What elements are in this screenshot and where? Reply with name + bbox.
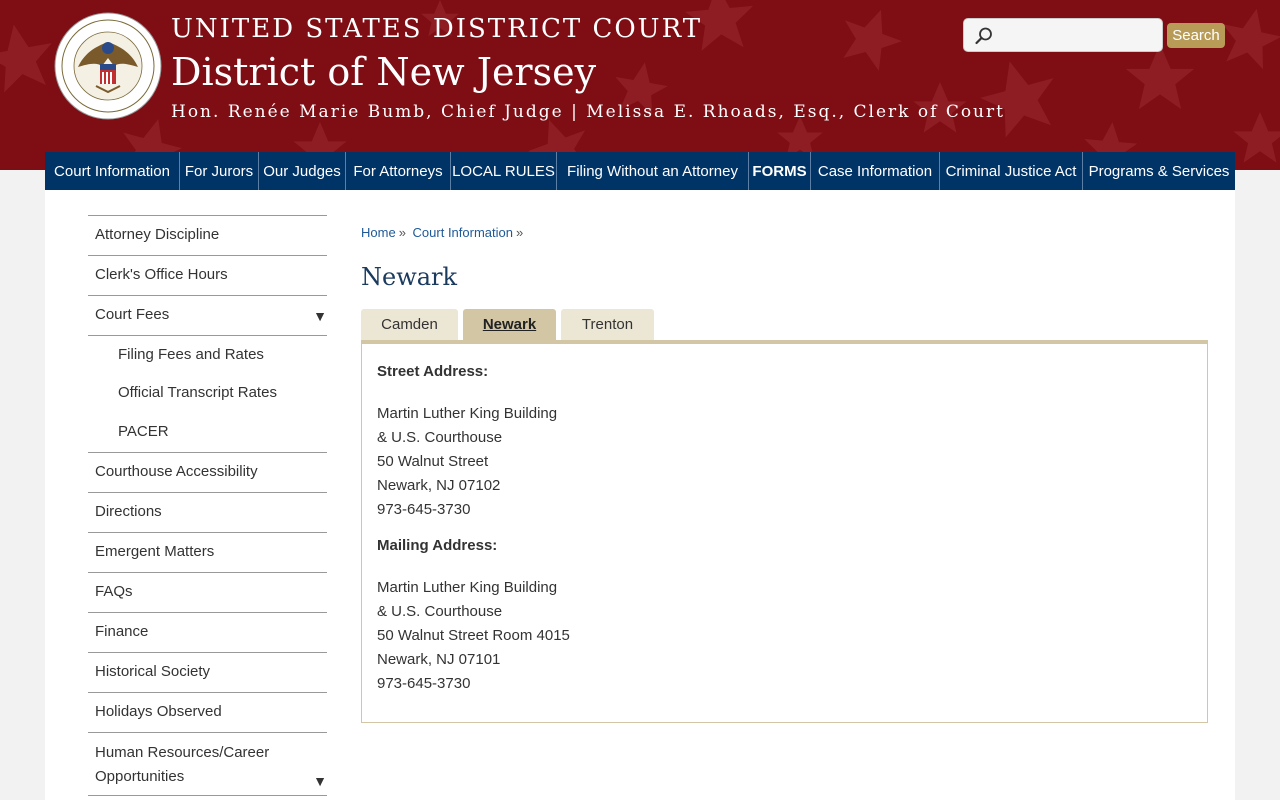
sidebar-item-label: Holidays Observed [95, 703, 222, 720]
district-name[interactable]: District of New Jersey [171, 50, 596, 94]
nav-programs-services[interactable]: Programs & Services [1083, 152, 1235, 190]
sidebar-item-holidays-observed[interactable]: Holidays Observed [88, 692, 327, 732]
sidebar-item-directions[interactable]: Directions [88, 492, 327, 532]
sidebar-item-label: Finance [95, 623, 149, 640]
sidebar-item-label: Historical Society [95, 663, 211, 680]
site-header: UNITED STATES DISTRICT COURT District of… [0, 0, 1280, 170]
search-icon [975, 27, 992, 45]
sidebar-item-label: Court Fees [95, 306, 170, 323]
address-content: Street Address: Martin Luther King Build… [377, 363, 570, 696]
mailing-address-label: Mailing Address: [377, 537, 498, 554]
sidebar-item-label: Emergent Matters [95, 543, 215, 560]
nav-for-attorneys[interactable]: For Attorneys [346, 152, 451, 190]
sidebar-item-label: Directions [95, 503, 162, 520]
breadcrumb: Home» Court Information» [361, 225, 526, 240]
sidebar-menu: Attorney Discipline Clerk's Office Hours… [88, 215, 327, 796]
sidebar-item-label: Filing Fees and Rates [118, 346, 264, 363]
sidebar-item-label: Clerk's Office Hours [95, 266, 228, 283]
nav-case-information[interactable]: Case Information [811, 152, 940, 190]
phone-number: 973-645-3730 [377, 501, 471, 518]
court-name-line: UNITED STATES DISTRICT COURT [171, 14, 703, 44]
address-line: Newark, NJ 07101 [377, 651, 501, 668]
sidebar-item-court-fees[interactable]: Court Fees ▼ [88, 295, 327, 335]
sidebar-item-label: Courthouse Accessibility [95, 463, 258, 480]
mailing-address-block: Mailing Address: Martin Luther King Buil… [377, 537, 570, 696]
sidebar-item-label: FAQs [95, 583, 133, 600]
caret-down-icon[interactable]: ▼ [313, 769, 327, 793]
address-line: 50 Walnut Street [377, 453, 489, 470]
sidebar-item-label: PACER [118, 423, 169, 440]
breadcrumb-separator: » [515, 225, 524, 240]
nav-criminal-justice-act[interactable]: Criminal Justice Act [940, 152, 1083, 190]
sidebar-item-emergent-matters[interactable]: Emergent Matters [88, 532, 327, 572]
sidebar-item-human-resources[interactable]: Human Resources/Career Opportunities ▼ [88, 732, 327, 796]
nav-forms[interactable]: FORMS [749, 152, 811, 190]
sidebar-item-pacer[interactable]: PACER [88, 413, 327, 452]
nav-for-jurors[interactable]: For Jurors [180, 152, 259, 190]
location-tabs: Camden Newark Trenton [361, 309, 659, 340]
judge-clerk-line: Hon. Renée Marie Bumb, Chief Judge | Mel… [171, 102, 1005, 122]
sidebar-item-label: Human Resources/Career Opportunities [95, 744, 270, 785]
court-seal-icon[interactable] [54, 12, 162, 120]
main-nav: Court Information For Jurors Our Judges … [45, 152, 1235, 190]
search-input[interactable] [998, 23, 1158, 47]
caret-down-icon[interactable]: ▼ [313, 308, 327, 324]
breadcrumb-section-link[interactable]: Court Information [413, 225, 513, 240]
phone-number: 973-645-3730 [377, 675, 471, 692]
sidebar-item-courthouse-accessibility[interactable]: Courthouse Accessibility [88, 452, 327, 492]
address-panel: Street Address: Martin Luther King Build… [361, 340, 1208, 723]
search-button[interactable]: Search [1167, 23, 1225, 48]
street-address-lines: Martin Luther King Building & U.S. Court… [377, 402, 570, 522]
address-line: & U.S. Courthouse [377, 603, 503, 620]
sidebar-item-clerks-office-hours[interactable]: Clerk's Office Hours [88, 255, 327, 295]
address-line: Martin Luther King Building [377, 405, 558, 422]
nav-local-rules[interactable]: LOCAL RULES [451, 152, 557, 190]
address-line: Newark, NJ 07102 [377, 477, 501, 494]
nav-filing-without-attorney[interactable]: Filing Without an Attorney [557, 152, 749, 190]
address-line: & U.S. Courthouse [377, 429, 503, 446]
sidebar-item-filing-fees[interactable]: Filing Fees and Rates [88, 335, 327, 374]
breadcrumb-home-link[interactable]: Home [361, 225, 396, 240]
sidebar-item-transcript-rates[interactable]: Official Transcript Rates [88, 374, 327, 413]
sidebar-item-label: Official Transcript Rates [118, 384, 277, 401]
sidebar-item-label: Attorney Discipline [95, 226, 220, 243]
page-title: Newark [361, 263, 458, 291]
sidebar-item-faqs[interactable]: FAQs [88, 572, 327, 612]
street-address-label: Street Address: [377, 363, 489, 380]
main-content-area: Attorney Discipline Clerk's Office Hours… [45, 190, 1235, 800]
mailing-address-lines: Martin Luther King Building & U.S. Court… [377, 576, 570, 696]
tab-camden[interactable]: Camden [361, 309, 458, 340]
sidebar-item-attorney-discipline[interactable]: Attorney Discipline [88, 215, 327, 255]
tab-newark[interactable]: Newark [463, 309, 556, 340]
tab-trenton[interactable]: Trenton [561, 309, 654, 340]
sidebar-item-historical-society[interactable]: Historical Society [88, 652, 327, 692]
search-box [963, 18, 1163, 52]
sidebar-item-finance[interactable]: Finance [88, 612, 327, 652]
address-line: Martin Luther King Building [377, 579, 558, 596]
breadcrumb-separator: » [398, 225, 406, 240]
address-line: 50 Walnut Street Room 4015 [377, 627, 570, 644]
nav-our-judges[interactable]: Our Judges [259, 152, 346, 190]
nav-court-information[interactable]: Court Information [45, 152, 180, 190]
